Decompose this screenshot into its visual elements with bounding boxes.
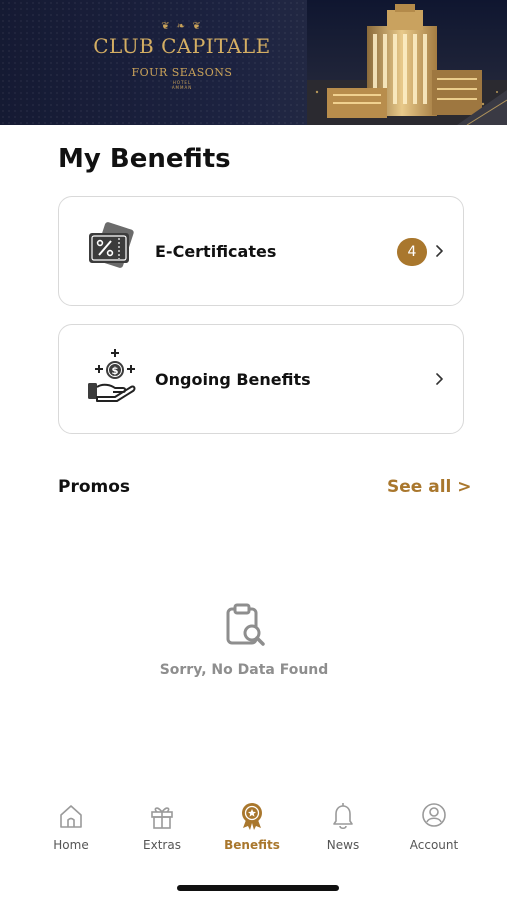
home-indicator bbox=[177, 885, 339, 891]
home-icon bbox=[60, 805, 82, 828]
nav-news[interactable]: News bbox=[298, 802, 388, 852]
nav-label-extras: Extras bbox=[143, 838, 181, 852]
hotel-building-image bbox=[307, 0, 507, 125]
nav-label-home: Home bbox=[53, 838, 89, 852]
award-icon bbox=[242, 803, 262, 830]
clipboard-search-icon bbox=[226, 603, 265, 646]
brand-title: CLUB CAPITALE bbox=[93, 34, 271, 58]
bell-icon bbox=[333, 803, 353, 830]
ornament-top: ❦ ❧ ❦ bbox=[161, 21, 203, 32]
nav-label-news: News bbox=[326, 838, 360, 852]
brand-logo: ❦ ❧ ❦ CLUB CAPITALE FOUR SEASONS HOTEL A… bbox=[84, 21, 280, 91]
chevron-right-icon bbox=[436, 245, 443, 257]
svg-text:$: $ bbox=[112, 366, 119, 377]
nav-extras[interactable]: Extras bbox=[117, 802, 207, 852]
hand-coin-icon: $ bbox=[88, 349, 136, 402]
nav-account[interactable]: Account bbox=[389, 802, 479, 852]
e-certificates-card[interactable]: E-Certificates 4 bbox=[58, 196, 464, 306]
count-badge: 4 bbox=[397, 238, 427, 266]
bottom-navigation: Home Extras Benefits News Account bbox=[0, 790, 507, 900]
ongoing-benefits-card[interactable]: $ Ongoing Benefits bbox=[58, 324, 464, 434]
empty-state-text: Sorry, No Data Found bbox=[159, 662, 329, 678]
nav-home[interactable]: Home bbox=[26, 802, 116, 852]
ongoing-benefits-label: Ongoing Benefits bbox=[155, 370, 311, 389]
hotel-name: FOUR SEASONS bbox=[131, 66, 233, 79]
hotel-city: AMMAN bbox=[171, 85, 193, 90]
user-circle-icon bbox=[422, 803, 446, 827]
nav-label-benefits: Benefits bbox=[224, 838, 280, 852]
gift-icon bbox=[151, 807, 173, 829]
ticket-percent-icon bbox=[89, 222, 134, 268]
nav-label-account: Account bbox=[409, 838, 459, 852]
promos-heading: Promos bbox=[58, 477, 131, 497]
nav-benefits[interactable]: Benefits bbox=[207, 802, 297, 852]
header-banner: ❦ ❧ ❦ CLUB CAPITALE FOUR SEASONS HOTEL A… bbox=[0, 0, 507, 125]
e-certificates-label: E-Certificates bbox=[155, 242, 277, 261]
see-all-link[interactable]: See all > bbox=[387, 477, 472, 497]
chevron-right-icon bbox=[436, 373, 443, 385]
page-title: My Benefits bbox=[58, 144, 231, 174]
